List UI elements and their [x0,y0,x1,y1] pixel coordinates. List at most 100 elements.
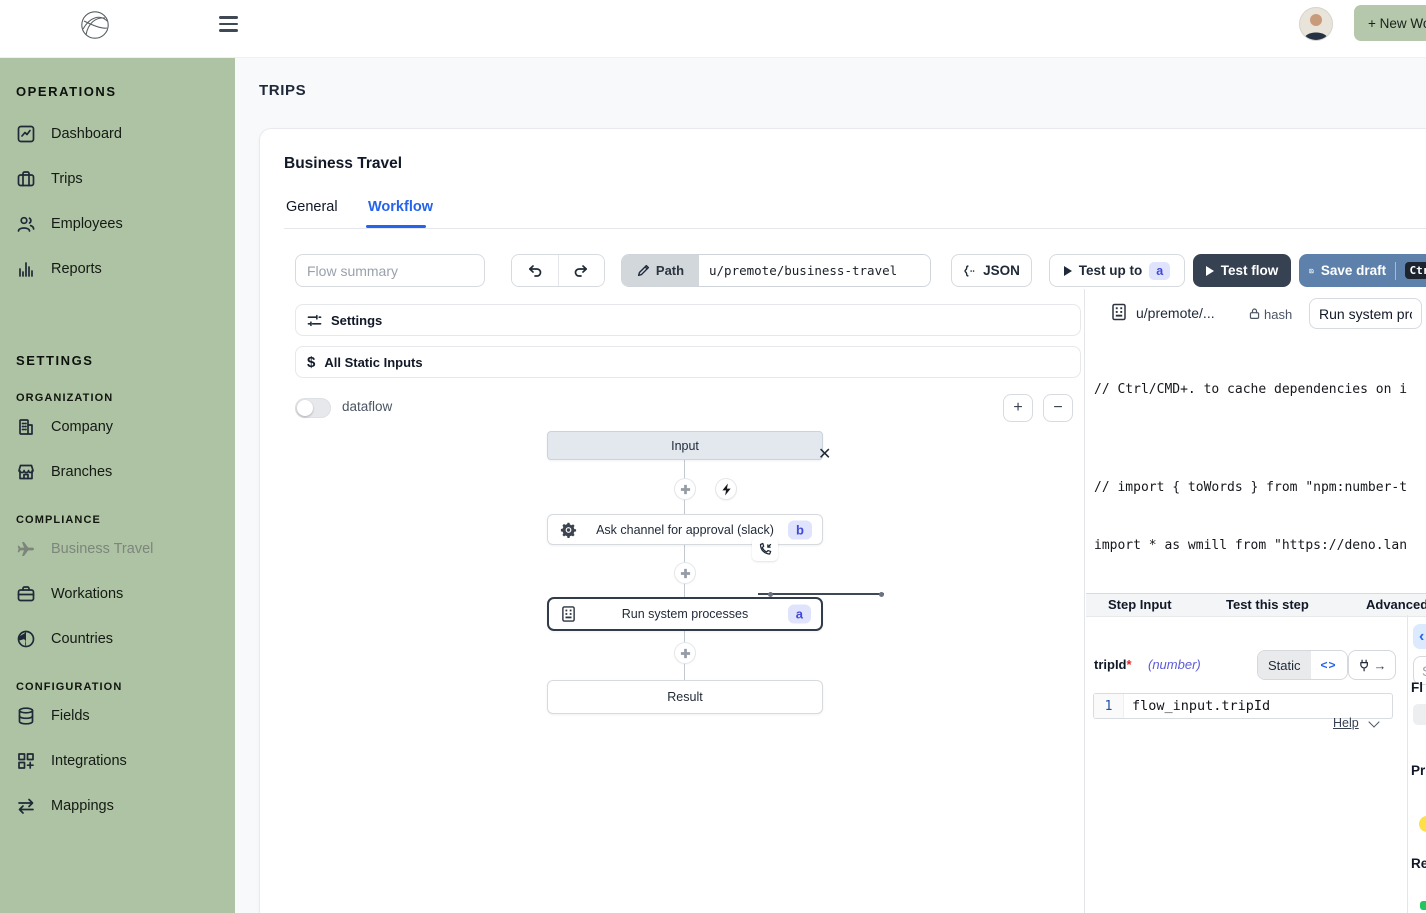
zoom-out-button[interactable]: − [1043,394,1073,422]
props-section-previous: Pr [1411,763,1425,778]
flow-node-run-system-processes[interactable]: Run system processes a [547,597,823,631]
code-editor[interactable]: // Ctrl/CMD+. to cache dependencies on i… [1094,341,1426,591]
lock-icon [1248,307,1261,325]
sidebar-item-integrations[interactable]: Integrations [16,738,219,783]
avatar[interactable] [1299,7,1333,41]
save-draft-button[interactable]: Save draft Ctrl [1299,254,1426,287]
toggle-knob [297,400,313,416]
tab-general[interactable]: General [286,199,338,215]
flow-settings-label: Settings [331,313,382,328]
sidebar-item-company[interactable]: Company [16,404,219,449]
sidebar-subheading-configuration: CONFIGURATION [16,681,219,693]
close-icon[interactable]: ✕ [818,447,831,463]
save-icon [1309,264,1314,278]
path-input[interactable] [699,255,930,286]
collapse-panel-button[interactable]: ‹ [1413,624,1426,649]
sidebar-item-branches[interactable]: Branches [16,449,219,494]
hash-label[interactable]: hash [1264,307,1292,322]
add-step-button[interactable] [675,563,695,583]
sidebar-item-dashboard[interactable]: Dashboard [16,111,219,156]
props-panel-divider [1407,615,1408,913]
sidebar-item-fields[interactable]: Fields [16,693,219,738]
all-static-inputs-label: All Static Inputs [324,355,422,370]
expression-value[interactable]: flow_input.tripId [1124,694,1392,718]
content-card: Business Travel General Workflow Path JS… [259,128,1426,913]
sidebar-item-trips[interactable]: Trips [16,156,219,201]
sidebar-subheading-organization: ORGANIZATION [16,392,219,404]
field-name: tripId [1094,657,1127,672]
sidebar-item-employees[interactable]: Employees [16,201,219,246]
building-icon [16,417,36,437]
json-button[interactable]: JSON [951,254,1032,287]
path-group: Path [621,254,931,287]
briefcase-icon [16,584,36,604]
json-icon [963,264,976,278]
code-line: // Ctrl/CMD+. to cache dependencies on i [1094,380,1426,400]
required-asterisk: * [1127,657,1132,672]
pencil-icon [637,264,650,277]
sidebar-item-workations[interactable]: Workations [16,571,219,616]
people-icon [16,214,36,234]
test-flow-button[interactable]: Test flow [1193,254,1291,287]
new-workflow-button[interactable]: + New Wor [1354,5,1426,41]
test-up-to-button[interactable]: Test up to a [1049,254,1185,287]
flow-node-label: Run system processes [622,607,748,621]
trigger-button[interactable] [716,479,736,499]
undo-redo-group [511,254,605,287]
sidebar-item-label: Mappings [51,798,114,814]
tab-step-input[interactable]: Step Input [1108,597,1172,612]
bar-chart-icon [16,259,36,279]
menu-icon[interactable] [219,16,238,32]
play-icon [1206,266,1214,276]
json-button-label: JSON [983,263,1020,278]
flow-node-label: Ask channel for approval (slack) [596,523,774,537]
props-section-resources: Re [1411,856,1426,871]
flow-node-approval[interactable]: Ask channel for approval (slack) b [547,514,823,545]
tab-advanced[interactable]: Advanced [1366,597,1426,612]
sidebar-item-label: Business Travel [51,541,153,557]
path-toggle-button[interactable]: Path [622,255,699,286]
script-path[interactable]: u/premote/... [1136,305,1215,321]
add-step-button[interactable] [675,479,695,499]
undo-button[interactable] [512,255,558,286]
connect-input-button[interactable]: → [1348,650,1396,680]
dataflow-toggle[interactable] [295,398,331,418]
sidebar-item-mappings[interactable]: Mappings [16,783,219,828]
lightning-icon [721,483,732,496]
sidebar-item-label: Integrations [51,753,127,769]
sidebar-item-countries[interactable]: Countries [16,616,219,661]
tab-workflow[interactable]: Workflow [368,199,433,215]
inspector-tab-bar: Step Input Test this step Advanced [1086,593,1426,617]
suspend-approval-icon[interactable] [752,537,778,561]
topbar: + New Wor [0,0,1426,58]
zoom-in-button[interactable]: + [1003,394,1033,422]
add-step-button[interactable] [675,643,695,663]
flow-settings-row[interactable]: Settings [295,304,1081,336]
flow-node-input[interactable]: Input [547,431,823,460]
field-name-label: tripId* [1094,657,1132,672]
sidebar-item-label: Reports [51,261,102,277]
redo-icon [573,263,589,279]
arrow-right-icon: → [1374,658,1387,673]
help-link[interactable]: Help [1333,716,1359,730]
branch-connector-line [758,593,884,595]
redo-button[interactable] [558,255,605,286]
step-id-badge: a [788,605,811,624]
plus-icon [680,568,691,579]
flow-node-label: Input [671,439,699,453]
swap-arrows-icon [16,796,36,816]
code-mode-button[interactable]: <> [1311,651,1347,679]
variable-dot-icon[interactable] [1419,816,1426,832]
sidebar-item-business-travel[interactable]: Business Travel [16,526,219,571]
sidebar-item-reports[interactable]: Reports [16,246,219,291]
static-mode-button[interactable]: Static [1258,651,1311,679]
flow-node-result[interactable]: Result [547,680,823,714]
props-chip[interactable] [1413,704,1426,725]
tab-test-this-step[interactable]: Test this step [1226,597,1309,612]
code-line: import * as wmill from "https://deno.lan [1094,536,1426,556]
all-static-inputs-row[interactable]: $ All Static Inputs [295,346,1081,378]
flow-summary-input[interactable] [295,254,485,287]
step-summary-input[interactable] [1309,298,1422,329]
plus-icon [680,648,691,659]
save-draft-shortcut: Ctrl [1405,262,1426,279]
